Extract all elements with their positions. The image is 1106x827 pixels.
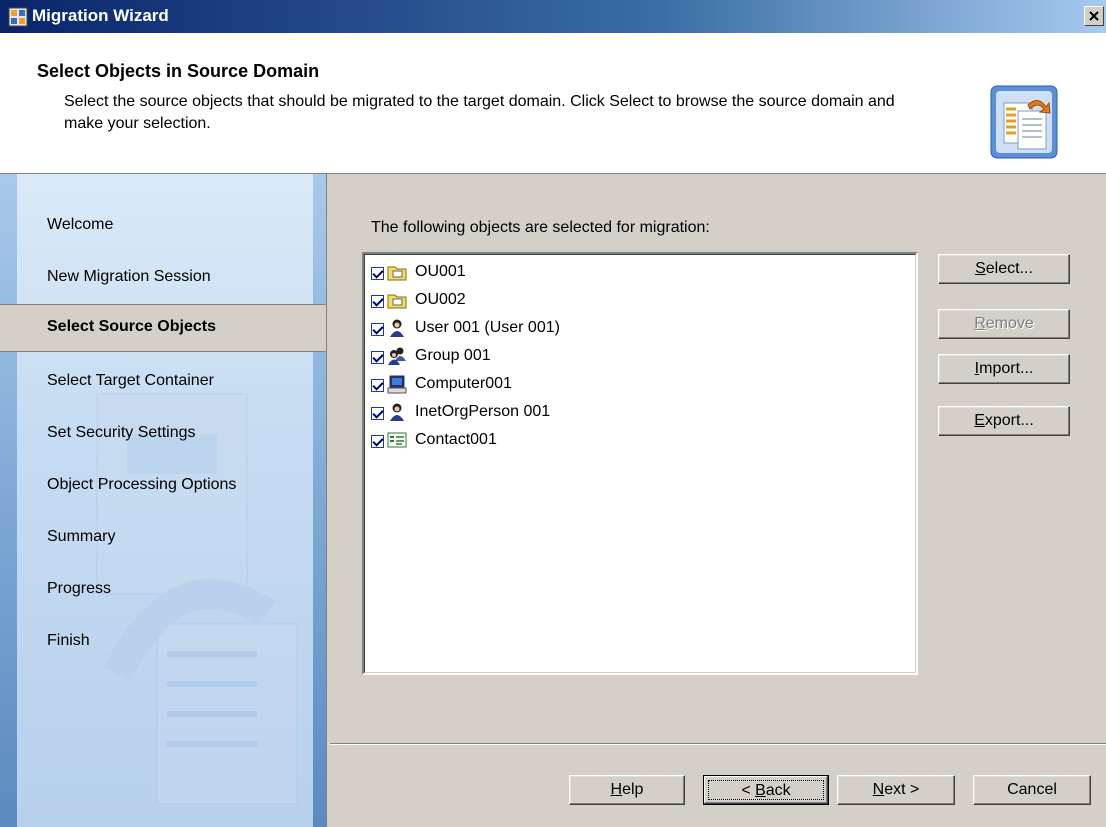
next-button[interactable]: Next > xyxy=(837,775,955,805)
next-button-key: N xyxy=(872,781,885,798)
list-item[interactable]: InetOrgPerson 001 xyxy=(371,398,550,426)
object-checkbox[interactable] xyxy=(371,322,384,336)
object-label: Group 001 xyxy=(415,347,491,364)
list-item[interactable]: Group 001 xyxy=(371,342,491,370)
import-button-rest: mport... xyxy=(979,360,1034,377)
user-icon xyxy=(390,319,404,337)
wizard-steps-sidebar: Welcome New Migration Session Select Sou… xyxy=(0,174,327,827)
back-button-rest: ack xyxy=(765,782,791,799)
page-title: Select Objects in Source Domain xyxy=(37,61,320,81)
nav-step-summary[interactable]: Summary xyxy=(47,528,115,546)
window-title: Migration Wizard xyxy=(32,6,169,25)
select-button-rest: elect... xyxy=(985,260,1033,277)
nav-step-object-processing-options[interactable]: Object Processing Options xyxy=(47,476,236,494)
object-label: Contact001 xyxy=(415,431,497,448)
export-button-rest: xport... xyxy=(984,412,1034,429)
object-label: InetOrgPerson 001 xyxy=(415,403,551,420)
list-item[interactable]: Computer001 xyxy=(371,370,512,398)
select-button[interactable]: Select... xyxy=(938,254,1070,284)
nav-step-progress[interactable]: Progress xyxy=(47,580,111,598)
close-icon xyxy=(1089,11,1099,21)
select-button-key: S xyxy=(975,260,986,277)
remove-button[interactable]: Remove xyxy=(938,309,1070,339)
list-item[interactable]: User 001 (User 001) xyxy=(371,314,560,342)
export-button[interactable]: Export... xyxy=(938,406,1070,436)
nav-step-finish[interactable]: Finish xyxy=(47,632,90,650)
wizard-header: Select Objects in Source Domain Select t… xyxy=(0,33,1106,174)
back-button-key: B xyxy=(755,782,766,799)
nav-step-select-target-container[interactable]: Select Target Container xyxy=(47,372,214,390)
list-item[interactable]: OU001 xyxy=(371,258,466,286)
back-button-prefix: < xyxy=(741,782,756,799)
nav-step-new-migration-session[interactable]: New Migration Session xyxy=(47,268,211,286)
migration-app-icon xyxy=(8,7,28,27)
ou-folder-icon xyxy=(387,266,407,281)
help-button-rest: elp xyxy=(622,781,644,798)
back-button[interactable]: < Back xyxy=(703,775,829,805)
list-item[interactable]: Contact001 xyxy=(371,426,497,454)
remove-button-key: R xyxy=(974,315,986,332)
object-label: User 001 (User 001) xyxy=(415,319,560,336)
wizard-page-icon xyxy=(990,85,1058,159)
page-description: Select the source objects that should be… xyxy=(64,93,895,132)
nav-step-welcome[interactable]: Welcome xyxy=(47,216,113,234)
next-button-rest: ext > xyxy=(884,781,920,798)
import-button[interactable]: Import... xyxy=(938,354,1070,384)
selected-objects-list[interactable]: OU001 OU002 User 001 (User 001) Group 00… xyxy=(362,252,918,675)
export-button-key: E xyxy=(974,412,985,429)
user-icon xyxy=(390,403,404,421)
object-label: Computer001 xyxy=(415,375,512,392)
remove-button-rest: emove xyxy=(985,315,1034,332)
nav-step-select-source-objects[interactable]: Select Source Objects xyxy=(0,304,326,352)
object-label: OU002 xyxy=(415,291,466,308)
object-checkbox[interactable] xyxy=(371,350,384,364)
footer-separator xyxy=(330,743,1106,745)
object-label: OU001 xyxy=(415,263,466,280)
group-icon xyxy=(388,347,406,365)
nav-step-set-security-settings[interactable]: Set Security Settings xyxy=(47,424,196,442)
objects-list-label: The following objects are selected for m… xyxy=(371,219,710,236)
help-button[interactable]: Help xyxy=(569,775,685,805)
list-item[interactable]: OU002 xyxy=(371,286,466,314)
contact-icon xyxy=(387,432,407,448)
object-checkbox[interactable] xyxy=(371,266,384,280)
object-checkbox[interactable] xyxy=(371,378,384,392)
nav-step-current-label: Select Source Objects xyxy=(47,318,216,335)
object-checkbox[interactable] xyxy=(371,294,384,308)
close-button[interactable] xyxy=(1084,6,1104,26)
title-bar: Migration Wizard xyxy=(0,0,1106,33)
object-checkbox[interactable] xyxy=(371,434,384,448)
back-button-focus-ring: < Back xyxy=(708,780,824,800)
list-frame: OU001 OU002 User 001 (User 001) Group 00… xyxy=(364,254,916,673)
computer-icon xyxy=(387,375,407,394)
object-checkbox[interactable] xyxy=(371,406,384,420)
help-button-key: H xyxy=(610,781,623,798)
cancel-button[interactable]: Cancel xyxy=(973,775,1091,805)
ou-folder-icon xyxy=(387,294,407,309)
